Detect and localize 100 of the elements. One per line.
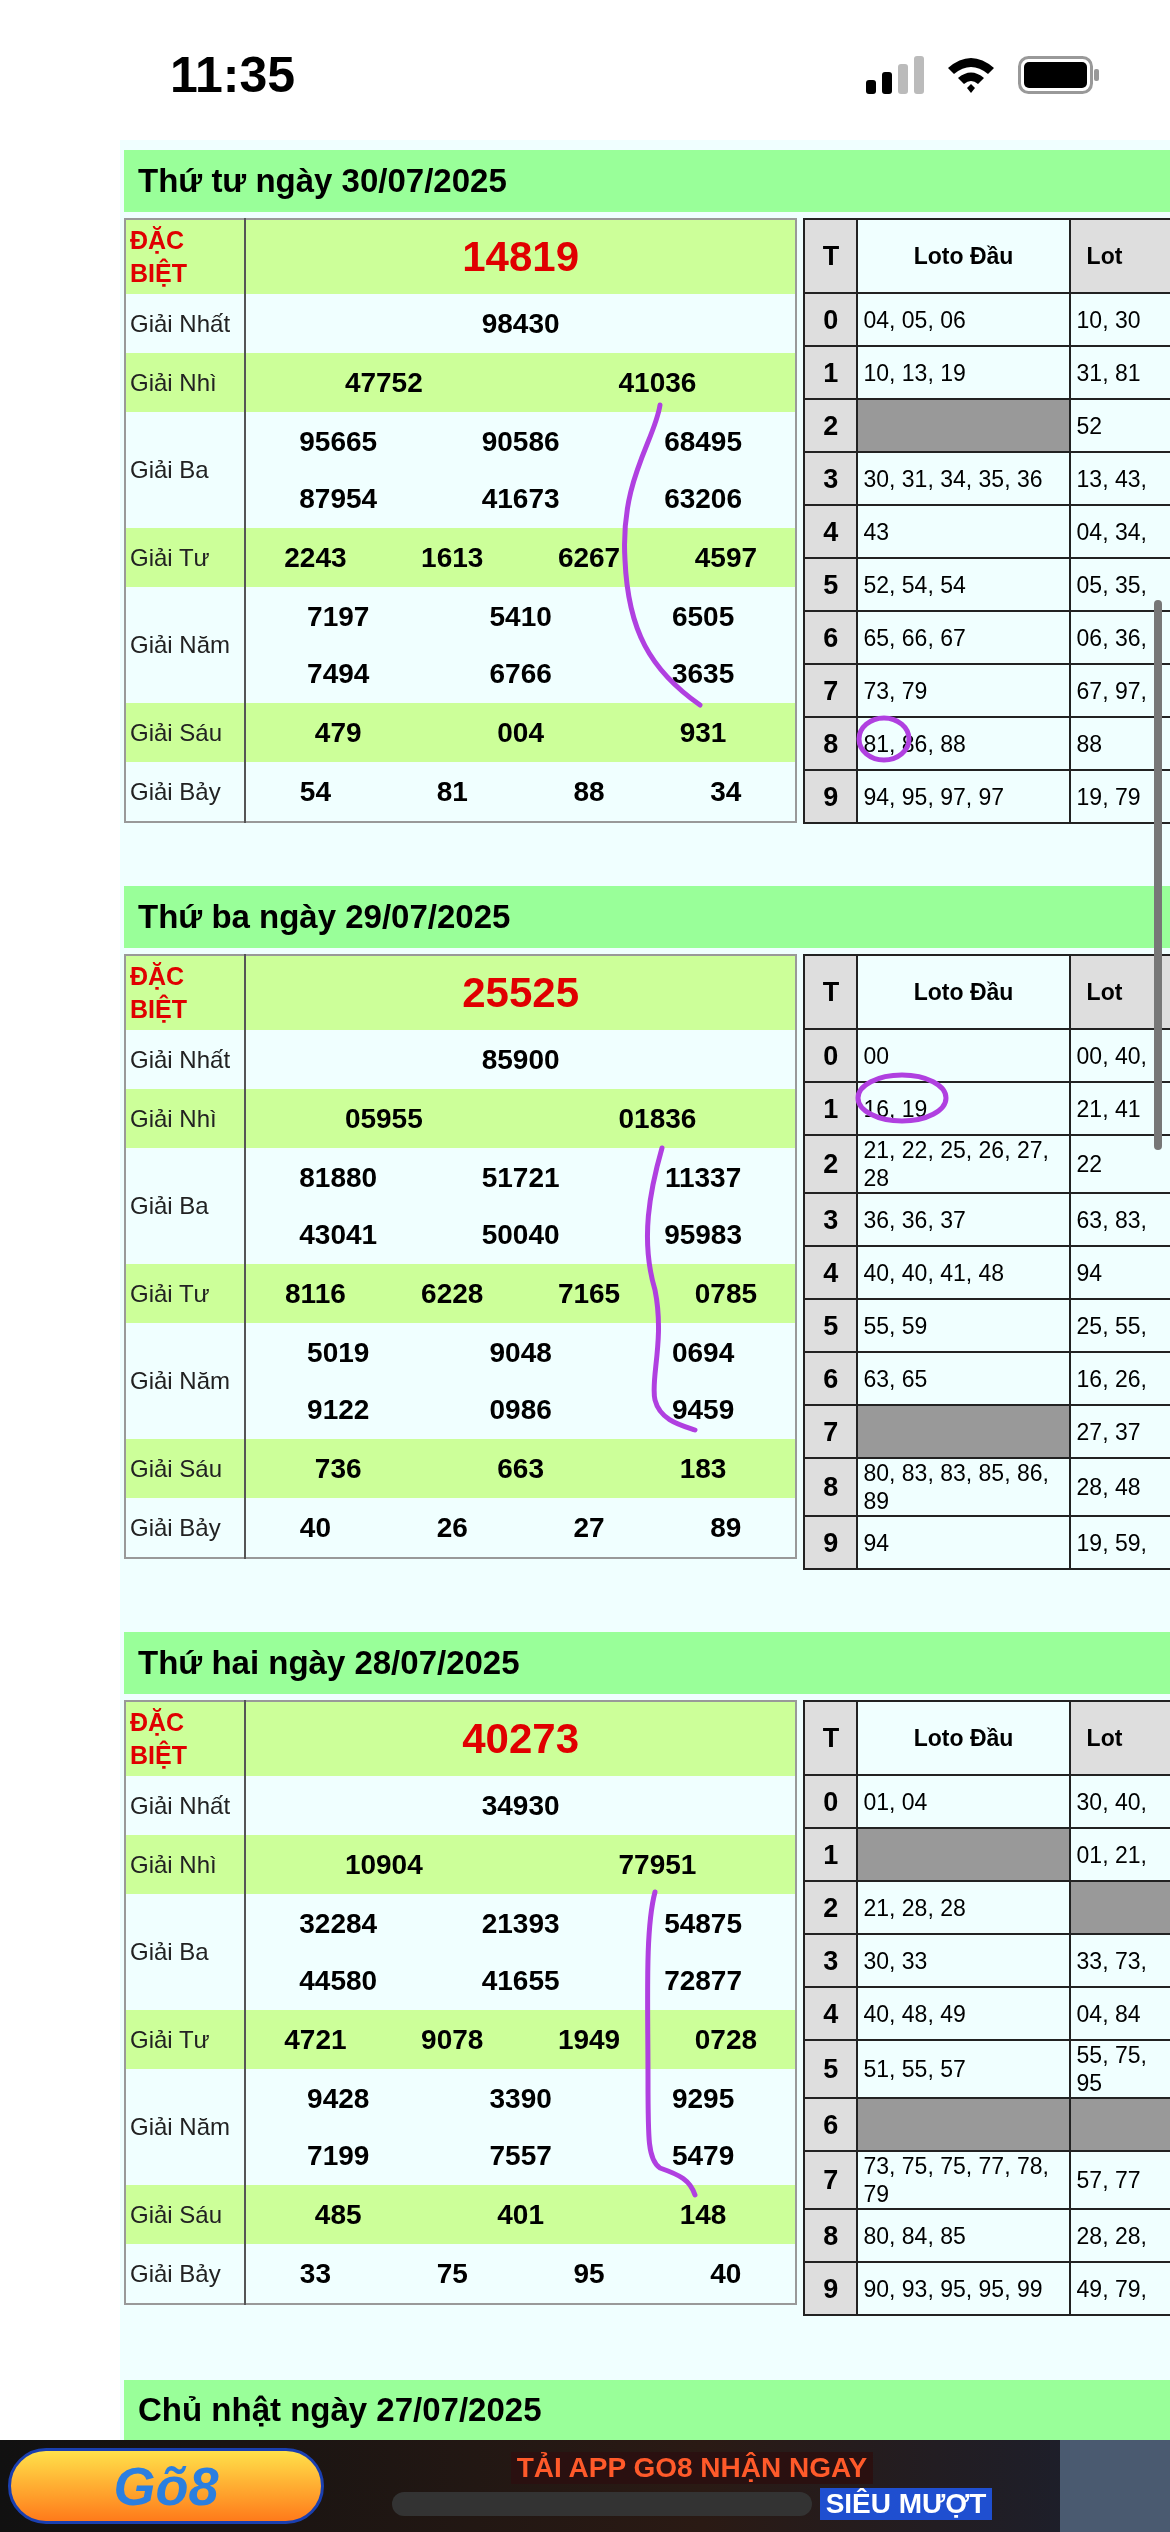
prize-number: 5479: [671, 2139, 735, 2173]
loto-cell: 21, 22, 25, 26, 27, 28: [857, 1135, 1070, 1193]
prize-number: 40: [710, 2257, 742, 2291]
prize-number: 6766: [489, 657, 552, 691]
prize-number: 47752: [344, 366, 423, 400]
loto-cell: 65, 66, 67: [857, 611, 1070, 664]
prize-number: 50040: [481, 1218, 560, 1252]
loto-cell: 94: [1069, 1246, 1170, 1299]
logo: Gõ8: [8, 2448, 324, 2524]
prize-label: Giải Bảy: [125, 762, 245, 822]
loto-cell: 36, 36, 37: [857, 1193, 1070, 1246]
row-index-cell: 4: [804, 505, 858, 558]
loto-cell: 16, 26,: [1069, 1352, 1170, 1405]
row-index-cell: 0: [804, 1775, 858, 1828]
date-header: Thứ tư ngày 30/07/2025: [124, 150, 1170, 212]
row-index-cell: 2: [804, 399, 858, 452]
loto-cell: 10, 13, 19: [857, 346, 1070, 399]
prize-number: 7165: [557, 1277, 621, 1311]
prize-number: 26: [436, 1511, 468, 1545]
loto-cell: 73, 79: [857, 664, 1070, 717]
column-header: Loto Đầu: [857, 955, 1070, 1029]
prize-number: 44580: [299, 1964, 378, 1998]
prize-number: 88: [573, 775, 605, 809]
prize-number: 479: [314, 716, 362, 750]
loto-cell: 00: [857, 1029, 1070, 1082]
prize-number: 663: [497, 1452, 544, 1486]
prize-number: 72877: [664, 1964, 742, 1998]
row-index-cell: 5: [804, 2040, 858, 2098]
prize-number: 51721: [481, 1161, 560, 1195]
loto-cell: 90, 93, 95, 95, 99: [857, 2262, 1070, 2315]
row-index-cell: 6: [804, 611, 858, 664]
prize-number: 34930: [481, 1789, 560, 1823]
prize-number: 6228: [421, 1277, 484, 1311]
loto-cell: 01, 04: [857, 1775, 1070, 1828]
status-time: 11:35: [170, 46, 296, 104]
row-index-cell: 6: [804, 1352, 858, 1405]
prize-number: 3390: [489, 2082, 552, 2116]
loto-cell: 40, 48, 49: [857, 1987, 1070, 2040]
row-index-cell: 7: [804, 2151, 858, 2209]
row-index-cell: 9: [804, 2262, 858, 2315]
loto-cell: 31, 81: [1069, 346, 1170, 399]
ad-headline: TẢI APP GO8 NHẬN NGAY: [510, 2452, 874, 2484]
ad-banner[interactable]: Gõ8 TẢI APP GO8 NHẬN NGAY SIÊU MƯỢT: [0, 2440, 1170, 2532]
row-index-cell: 7: [804, 1405, 858, 1458]
prize-number: 10904: [344, 1848, 423, 1882]
prize-number: 9078: [421, 2023, 484, 2057]
loto-cell: 05, 35,: [1069, 558, 1170, 611]
prize-number: 9428: [307, 2082, 370, 2116]
prize-number: 95983: [664, 1218, 742, 1252]
prize-number: 7199: [307, 2139, 370, 2173]
prize-number: 1613: [421, 541, 484, 575]
prize-number: 95665: [299, 425, 378, 459]
prize-number: 183: [679, 1452, 727, 1486]
row-index-cell: 8: [804, 2209, 858, 2262]
prize-number: 1949: [557, 2023, 621, 2057]
prize-number: 32284: [299, 1907, 378, 1941]
loto-cell: 80, 83, 83, 85, 86, 89: [857, 1458, 1070, 1516]
loto-cell: 73, 75, 75, 77, 78, 79: [857, 2151, 1070, 2209]
prize-number: 6267: [557, 541, 621, 575]
row-index-cell: 0: [804, 293, 858, 346]
wifi-icon: [946, 56, 996, 94]
prize-number: 9122: [307, 1393, 370, 1427]
prize-number: 6505: [671, 600, 735, 634]
prize-number: 7197: [307, 600, 370, 634]
loto-cell: 04, 84: [1069, 1987, 1170, 2040]
special-number: 25525: [462, 968, 580, 1018]
loto-cell: 94: [857, 1516, 1070, 1569]
prize-number: 0986: [489, 1393, 552, 1427]
row-index-cell: 4: [804, 1246, 858, 1299]
prize-number: 21393: [481, 1907, 560, 1941]
prize-number: 8116: [285, 1277, 346, 1311]
prize-number: 736: [314, 1452, 362, 1486]
loto-cell: 55, 75, 95: [1069, 2040, 1170, 2098]
prize-number: 90586: [481, 425, 560, 459]
row-index-cell: 6: [804, 2098, 858, 2151]
prize-number: 43041: [299, 1218, 378, 1252]
prize-label: Giải Bảy: [125, 2244, 245, 2304]
row-index-cell: 1: [804, 1082, 858, 1135]
prize-number: 7494: [307, 657, 370, 691]
prize-number: 148: [679, 2198, 727, 2232]
prize-number: 54875: [664, 1907, 742, 1941]
prize-number: 7557: [489, 2139, 552, 2173]
prize-number: 41655: [481, 1964, 560, 1998]
loto-cell: 33, 73,: [1069, 1934, 1170, 1987]
prize-number: 5410: [489, 600, 552, 634]
signal-icon: [866, 56, 924, 94]
prize-number: 931: [679, 716, 727, 750]
row-index-cell: 3: [804, 1193, 858, 1246]
prize-number: 95: [573, 2257, 605, 2291]
loto-cell: 30, 31, 34, 35, 36: [857, 452, 1070, 505]
row-index-cell: 7: [804, 664, 858, 717]
loto-cell: 21, 28, 28: [857, 1881, 1070, 1934]
prize-number: 3635: [671, 657, 735, 691]
row-index-cell: 1: [804, 346, 858, 399]
loto-cell: 01, 21,: [1069, 1828, 1170, 1881]
prize-number: 87954: [299, 482, 378, 516]
prize-number: 9295: [671, 2082, 735, 2116]
loto-cell: 94, 95, 97, 97: [857, 770, 1070, 823]
prize-number: 4721: [284, 2023, 347, 2057]
loto-cell: 63, 65: [857, 1352, 1070, 1405]
